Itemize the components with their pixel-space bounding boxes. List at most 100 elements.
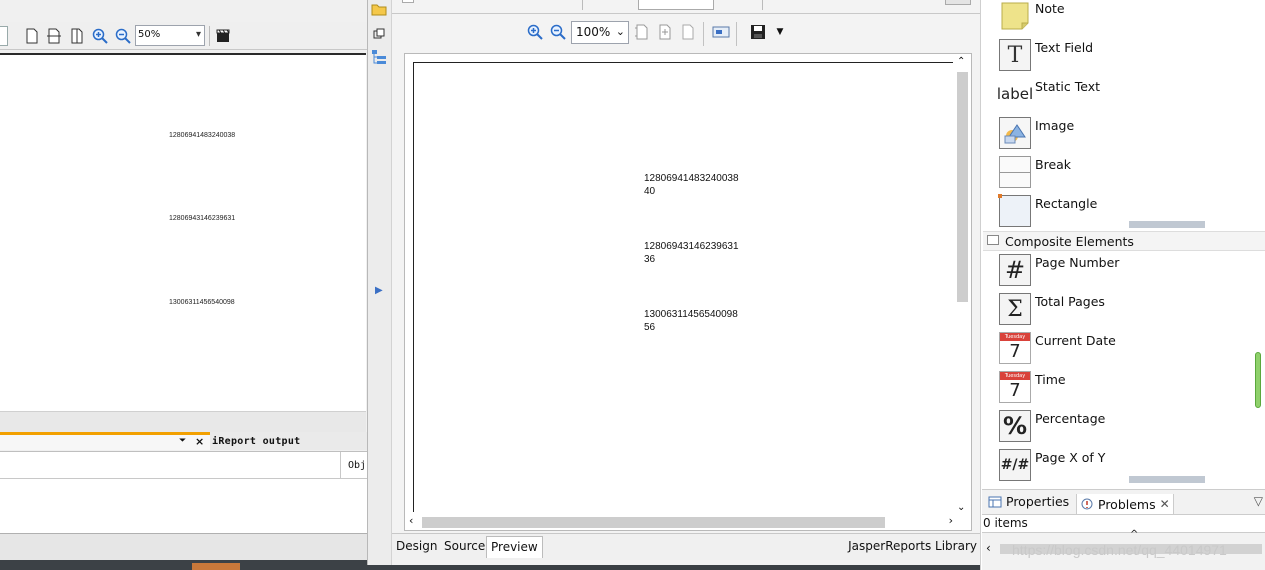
caret-down-icon[interactable]: ▼: [770, 22, 790, 42]
tab-properties[interactable]: Properties: [988, 494, 1069, 509]
editor-view-tabs: Design Source Preview JasperReports Libr…: [392, 533, 981, 560]
image-icon: [999, 117, 1031, 149]
page-height-icon[interactable]: [67, 26, 87, 46]
design-field-text: 12806941483240038: [169, 132, 236, 139]
palette-item-label: Page X of Y: [1035, 450, 1106, 465]
toolbar-divider: [209, 26, 210, 46]
report-row: 12806943146239631 36: [644, 240, 739, 266]
window-control[interactable]: [945, 0, 971, 5]
output-tab-active[interactable]: ⏷ ×: [0, 432, 210, 450]
bottom-panel-tabs: Properties Problems ✕ ▽: [982, 489, 1265, 515]
note-icon: [999, 0, 1031, 32]
horizontal-scroll-thumb[interactable]: [422, 517, 885, 528]
palette-item-time[interactable]: Tuesday 7 Time: [999, 369, 1259, 405]
scroll-left-icon[interactable]: ‹: [409, 514, 413, 527]
tab-label: Problems: [1098, 496, 1156, 512]
close-icon[interactable]: ✕: [1160, 497, 1170, 511]
static-text-icon: label: [996, 85, 1034, 103]
report-page: 12806941483240038 40 12806943146239631 3…: [413, 62, 953, 512]
tab-source[interactable]: Source: [440, 536, 489, 558]
design-field-text: 12806943146239631: [169, 215, 236, 222]
palette-item-label: Static Text: [1035, 79, 1100, 94]
total-pages-icon: Σ: [999, 293, 1031, 325]
tab-design[interactable]: Design: [392, 536, 441, 558]
report-row-id: 12806941483240038: [644, 173, 739, 184]
palette-item-break[interactable]: Break: [999, 154, 1259, 190]
page-width-icon[interactable]: [44, 26, 64, 46]
output-panel: Obj: [0, 451, 367, 533]
palette-item-text-field[interactable]: T Text Field: [999, 37, 1259, 73]
output-tab-bar: ⏷ × iReport output: [0, 432, 367, 450]
tab-menu-icon[interactable]: ⏷: [179, 436, 186, 446]
zoom-select[interactable]: 100% ⌄: [571, 21, 629, 44]
composite-elements-header[interactable]: Composite Elements: [983, 231, 1265, 251]
tab-problems[interactable]: Problems ✕: [1076, 494, 1174, 514]
preview-window: ▶ 100% ⌄ ▼ 12806941483240038 40 12806943…: [367, 0, 981, 565]
palette-item-total-pages[interactable]: Σ Total Pages: [999, 291, 1259, 327]
zoom-select[interactable]: 50% ▾: [135, 25, 205, 46]
folder-icon[interactable]: [371, 0, 387, 19]
rectangle-icon: [998, 194, 1031, 227]
close-icon[interactable]: ×: [195, 435, 204, 448]
palette-item-label: Page Number: [1035, 255, 1120, 270]
zoom-in-icon[interactable]: [525, 22, 545, 42]
vertical-scrollbar[interactable]: ⌃ ⌄: [955, 56, 969, 513]
actual-size-icon[interactable]: [632, 22, 652, 42]
palette-item-image[interactable]: Image: [999, 115, 1259, 151]
tab-preview[interactable]: Preview: [486, 536, 543, 558]
toolbar-field-edge[interactable]: [0, 26, 8, 46]
fit-page-icon[interactable]: [655, 22, 675, 42]
composite-elements-title: Composite Elements: [1005, 234, 1134, 249]
scroll-right-icon[interactable]: ›: [949, 514, 953, 527]
preview-toolbar: 100% ⌄ ▼: [392, 18, 981, 48]
report-row: 13006311456540098 56: [644, 308, 738, 334]
report-preview-viewport[interactable]: 12806941483240038 40 12806943146239631 3…: [404, 53, 972, 531]
tab-divider: [762, 0, 763, 10]
library-label: JasperReports Library: [848, 539, 977, 553]
expand-panel-icon[interactable]: ▶: [375, 285, 383, 296]
designer-toolbar: 50% ▾: [0, 22, 367, 50]
palette-scrollbar-thumb[interactable]: [1255, 352, 1261, 408]
zoom-out-icon[interactable]: [113, 26, 133, 46]
palette-scroll-indicator[interactable]: [1129, 476, 1205, 483]
clapperboard-icon[interactable]: [213, 26, 233, 46]
page-x-of-y-icon: #/#: [999, 449, 1031, 481]
collapse-icon[interactable]: [987, 235, 999, 245]
scroll-down-icon[interactable]: ⌄: [957, 502, 965, 513]
palette-item-label: Break: [1035, 157, 1072, 172]
zoom-in-icon[interactable]: [90, 26, 110, 46]
palette-item-percentage[interactable]: % Percentage: [999, 408, 1259, 444]
tab-stub[interactable]: [638, 0, 714, 10]
calendar-icon: Tuesday 7: [999, 371, 1031, 403]
save-icon[interactable]: [748, 22, 768, 42]
filter-icon[interactable]: ▽: [1254, 494, 1263, 508]
scroll-left-icon[interactable]: ‹: [986, 541, 991, 555]
export-icon[interactable]: [711, 22, 731, 42]
palette-item-current-date[interactable]: Tuesday 7 Current Date: [999, 330, 1259, 366]
fit-width-icon[interactable]: [678, 22, 698, 42]
tab-ireport-output[interactable]: iReport output: [212, 436, 301, 447]
tab-divider: [582, 0, 583, 10]
palette-item-page-number[interactable]: # Page Number: [999, 252, 1259, 288]
page-icon[interactable]: [22, 26, 42, 46]
palette-scroll-indicator[interactable]: [1129, 221, 1205, 228]
outline-icon[interactable]: [371, 49, 387, 68]
side-tool-strip: ▶: [368, 0, 392, 565]
palette-item-static-text[interactable]: label Static Text: [996, 76, 1259, 112]
sort-up-icon[interactable]: ^: [1130, 529, 1138, 540]
break-icon: [999, 156, 1031, 188]
restore-window-icon[interactable]: [373, 28, 385, 43]
taskbar-active-app[interactable]: [192, 563, 240, 570]
zoom-out-icon[interactable]: [548, 22, 568, 42]
vertical-scroll-thumb[interactable]: [957, 72, 968, 302]
tab-stub[interactable]: [402, 0, 414, 3]
design-canvas[interactable]: 12806941483240038 12806943146239631 1300…: [0, 53, 366, 411]
report-row-value: 40: [644, 186, 656, 197]
scroll-up-icon[interactable]: ⌃: [957, 56, 965, 67]
tab-label: Properties: [1006, 494, 1070, 509]
text-field-icon: T: [999, 39, 1031, 71]
horizontal-scrollbar[interactable]: ‹ ›: [407, 514, 955, 529]
palette-item-note[interactable]: Note: [999, 0, 1259, 34]
page-number-icon: #: [999, 254, 1031, 286]
watermark-text: https://blog.csdn.net/qq_44014971: [1012, 542, 1227, 558]
